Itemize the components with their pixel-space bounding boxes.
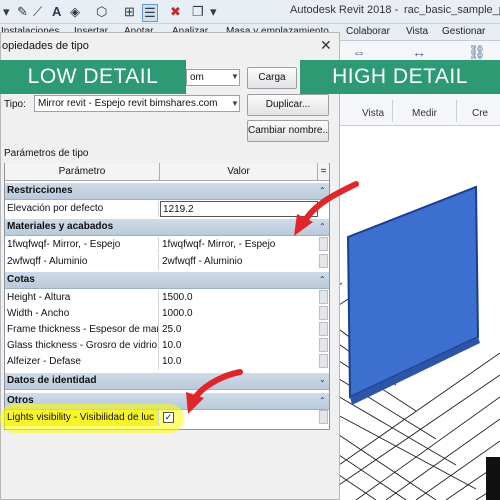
- red-arrow-lower: [191, 369, 243, 403]
- red-arrow-upper: [301, 181, 359, 225]
- arrow-head-icon: [186, 392, 204, 414]
- annotation-arrows: [186, 181, 359, 414]
